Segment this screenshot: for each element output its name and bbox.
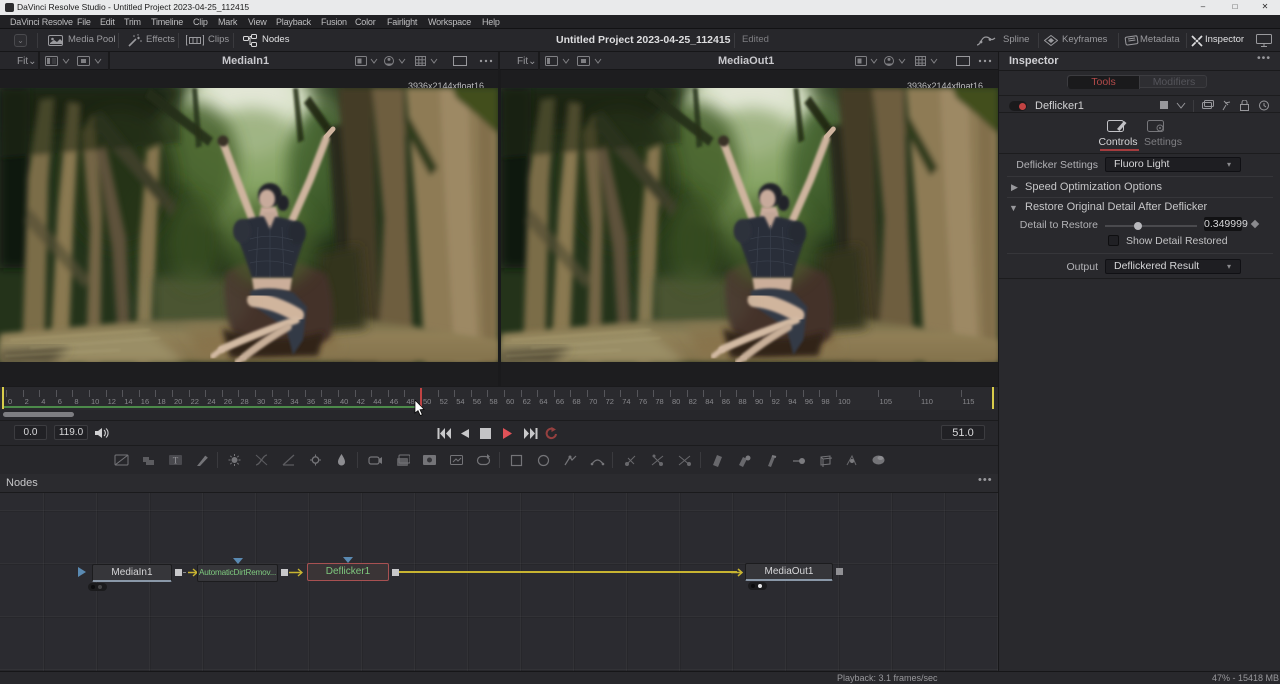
svg-text:T: T	[173, 456, 179, 466]
